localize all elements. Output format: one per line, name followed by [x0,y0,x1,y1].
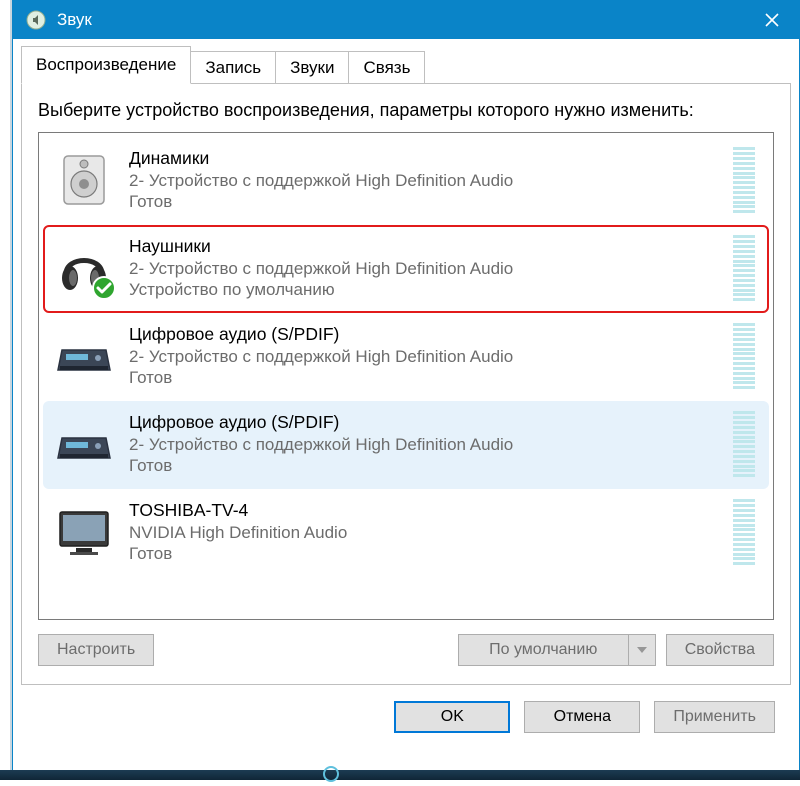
receiver-icon [53,325,115,387]
ok-button[interactable]: OK [394,701,510,733]
device-name: Динамики [129,148,719,170]
device-item-speakers[interactable]: Динамики 2- Устройство с поддержкой High… [43,137,769,225]
default-check-icon [91,275,117,301]
apply-button[interactable]: Применить [654,701,775,733]
sound-dialog-window: Звук Воспроизведение Запись Звуки Связь … [12,0,800,780]
device-desc: NVIDIA High Definition Audio [129,522,719,543]
device-text: Динамики 2- Устройство с поддержкой High… [129,148,719,212]
device-name: Наушники [129,236,719,258]
headphones-icon [53,237,115,299]
tab-communications[interactable]: Связь [348,51,425,84]
tab-recording[interactable]: Запись [190,51,276,84]
device-desc: 2- Устройство с поддержкой High Definiti… [129,170,719,191]
device-item-headphones[interactable]: Наушники 2- Устройство с поддержкой High… [43,225,769,313]
set-default-dropdown[interactable] [628,634,656,666]
device-status: Готов [129,367,719,388]
configure-button[interactable]: Настроить [38,634,154,666]
vu-meter [733,323,755,389]
device-desc: 2- Устройство с поддержкой High Definiti… [129,434,719,455]
device-item-spdif-2[interactable]: Цифровое аудио (S/PDIF) 2- Устройство с … [43,401,769,489]
instruction-text: Выберите устройство воспроизведения, пар… [38,98,774,122]
device-text: Цифровое аудио (S/PDIF) 2- Устройство с … [129,324,719,388]
tab-page-playback: Выберите устройство воспроизведения, пар… [21,83,791,685]
device-desc: 2- Устройство с поддержкой High Definiti… [129,258,719,279]
window-title: Звук [57,10,92,30]
close-icon [765,13,779,27]
device-status: Готов [129,455,719,476]
tab-sounds[interactable]: Звуки [275,51,349,84]
tv-icon [53,501,115,563]
device-list[interactable]: Динамики 2- Устройство с поддержкой High… [38,132,774,620]
device-status: Устройство по умолчанию [129,279,719,300]
vu-meter [733,499,755,565]
taskbar-sliver [0,770,800,780]
dialog-button-bar: OK Отмена Применить [21,685,791,743]
sound-sys-icon [25,9,47,31]
set-default-button[interactable]: По умолчанию [458,634,628,666]
device-text: TOSHIBA-TV-4 NVIDIA High Definition Audi… [129,500,719,564]
tabstrip: Воспроизведение Запись Звуки Связь [21,47,791,83]
receiver-icon [53,413,115,475]
lower-button-bar: Настроить По умолчанию Свойства [38,634,774,666]
device-name: TOSHIBA-TV-4 [129,500,719,522]
device-name: Цифровое аудио (S/PDIF) [129,412,719,434]
set-default-split-button[interactable]: По умолчанию [458,634,656,666]
device-item-spdif-1[interactable]: Цифровое аудио (S/PDIF) 2- Устройство с … [43,313,769,401]
close-button[interactable] [745,1,799,39]
tab-playback[interactable]: Воспроизведение [21,46,191,84]
device-text: Наушники 2- Устройство с поддержкой High… [129,236,719,300]
device-name: Цифровое аудио (S/PDIF) [129,324,719,346]
chevron-down-icon [637,647,647,653]
device-item-tv[interactable]: TOSHIBA-TV-4 NVIDIA High Definition Audi… [43,489,769,577]
vu-meter [733,235,755,301]
taskbar-app-icon[interactable] [320,766,342,786]
device-desc: 2- Устройство с поддержкой High Definiti… [129,346,719,367]
vu-meter [733,411,755,477]
device-text: Цифровое аудио (S/PDIF) 2- Устройство с … [129,412,719,476]
titlebar[interactable]: Звук [13,1,799,39]
properties-button[interactable]: Свойства [666,634,774,666]
device-status: Готов [129,543,719,564]
cancel-button[interactable]: Отмена [524,701,640,733]
vu-meter [733,147,755,213]
client-area: Воспроизведение Запись Звуки Связь Выбер… [13,39,799,743]
speaker-icon [53,149,115,211]
device-status: Готов [129,191,719,212]
